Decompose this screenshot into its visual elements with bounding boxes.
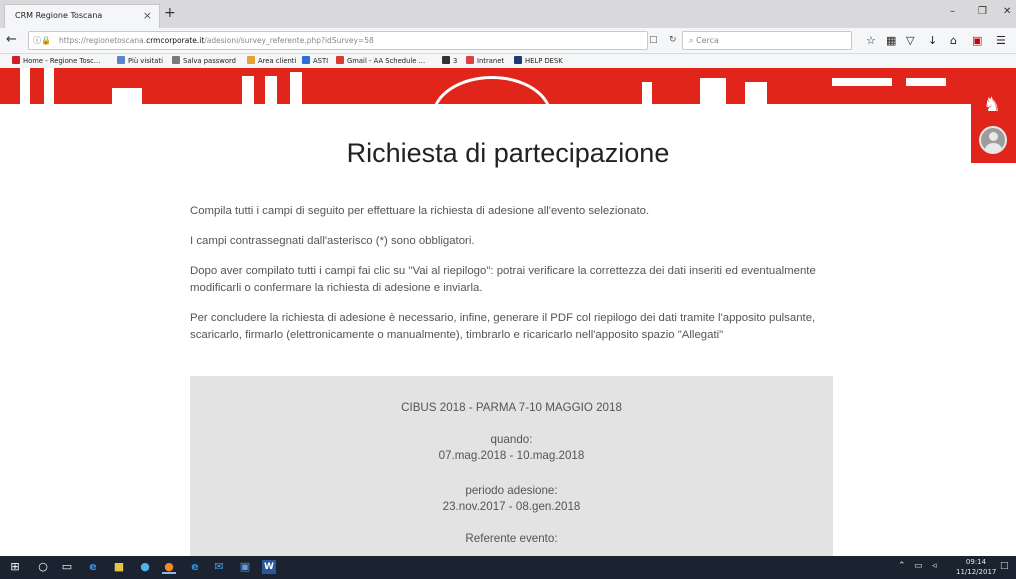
pegasus-logo-icon: ♞ [983,92,1001,116]
pin-icon [247,56,255,64]
new-tab-button[interactable]: + [164,5,176,21]
task-view-icon[interactable]: ▭ [60,560,74,574]
word-icon[interactable]: W [262,560,276,574]
banner-shape [44,68,54,104]
star-icon[interactable]: ☆ [866,34,876,47]
firefox-icon[interactable]: ● [162,560,176,574]
folder-icon [117,56,125,64]
bookmark-3[interactable]: 3 [442,56,457,65]
close-tab-icon[interactable]: × [143,9,152,22]
pdf-icon[interactable]: ▣ [972,34,982,47]
banner-shape [642,82,652,104]
bookmarks-bar: Home - Regione Tosc... Più visitati Salv… [0,54,1016,68]
menu-icon[interactable]: ☰ [996,34,1006,47]
notifications-icon[interactable]: □ [1000,561,1009,571]
clock-time: 09:14 [965,558,987,566]
photos-icon[interactable]: ▣ [238,560,252,574]
reader-icon[interactable]: □ [649,35,658,45]
bookmark-gmail[interactable]: Gmail - AA Schedule ... [336,56,425,65]
browser-tab[interactable]: CRM Regione Toscana × [4,4,160,28]
chrome-icon[interactable]: ● [138,560,152,574]
bookmark-most-visited[interactable]: Più visitati [117,56,163,65]
regione-logo-icon [12,56,20,64]
bookmark-client-area[interactable]: Area clienti [247,56,296,65]
bookmark-save-password[interactable]: Salva password [172,56,236,65]
windows-taskbar: ⊞ ○ ▭ e ■ ● ● e ✉ ▣ W ⌃ ▭ ◃ 09:14 11/12/… [0,556,1016,579]
clock[interactable]: 09:14 11/12/2017 [956,557,996,577]
home-icon[interactable]: ⌂ [950,34,957,47]
screen: CRM Regione Toscana × + – ❐ ✕ ← ⓘ🔒 https… [0,0,1016,579]
header-banner [0,68,1016,104]
ie-icon[interactable]: e [188,560,202,574]
event-card: CIBUS 2018 - PARMA 7-10 MAGGIO 2018 quan… [190,376,833,556]
banner-shape [832,78,892,86]
gmail-icon [336,56,344,64]
event-period-value: 23.nov.2017 - 08.gen.2018 [442,500,581,513]
banner-globe [432,76,552,104]
banner-shape [290,72,302,104]
tray-chevron-icon[interactable]: ⌃ [898,561,906,571]
address-bar[interactable]: ⓘ🔒 https://regionetoscana.crmcorporate.i… [28,31,677,50]
restore-icon[interactable]: ❐ [978,6,987,17]
close-window-icon[interactable]: ✕ [1003,6,1011,17]
file-explorer-icon[interactable]: ■ [112,560,126,574]
bookmark-home[interactable]: Home - Regione Tosc... [12,56,100,65]
clock-date: 11/12/2017 [956,568,997,576]
info-icon[interactable]: ⓘ🔒 [33,35,51,46]
banner-shape [20,68,30,104]
search-input[interactable]: ⌕ Cerca [682,31,852,50]
url-text: https://regionetoscana.crmcorporate.it/a… [59,36,374,45]
pocket-icon[interactable]: ▽ [906,34,914,47]
banner-shape [242,76,254,104]
event-when-label: quando: [490,433,533,446]
search-icon[interactable]: ○ [36,560,50,574]
page-title: Richiesta di partecipazione [346,138,670,168]
event-when-value: 07.mag.2018 - 10.mag.2018 [438,449,585,462]
summary-instructions: Dopo aver compilato tutti i campi fai cl… [190,265,816,294]
intro-paragraph: Compila tutti i campi di seguito per eff… [190,205,650,217]
banner-shape [745,82,767,104]
help-desk-icon [514,56,522,64]
edge-icon[interactable]: e [86,560,100,574]
banner-shape [906,78,946,86]
banner-shape [112,88,142,104]
banner-shape [265,76,277,104]
tab-title: CRM Regione Toscana [15,11,103,20]
windows-start-icon[interactable]: ⊞ [8,560,22,574]
reload-icon[interactable]: ↻ [669,35,677,45]
library-icon[interactable]: ▦ [886,34,896,47]
minimize-icon[interactable]: – [950,6,955,17]
tab-strip: CRM Regione Toscana × + – ❐ ✕ [0,0,1016,28]
banner-shape [700,78,726,104]
back-icon[interactable]: ← [6,32,17,47]
volume-icon[interactable]: ◃ [932,561,937,571]
rt-icon [466,56,474,64]
nav-bar: ← ⓘ🔒 https://regionetoscana.crmcorporate… [0,28,1016,54]
pdf-instructions: Per concludere la richiesta di adesione … [190,312,816,341]
bookmark-intranet[interactable]: Intranet [466,56,504,65]
bookmark-asti[interactable]: ASTI [302,56,328,65]
bookmark-help-desk[interactable]: HELP DESK [514,56,563,65]
bookmark-3-icon [442,56,450,64]
event-referent-label: Referente evento: [465,532,558,545]
asti-icon [302,56,310,64]
network-icon[interactable]: ▭ [914,561,923,571]
required-fields-note: I campi contrassegnati dall'asterisco (*… [190,235,475,247]
event-period-label: periodo adesione: [465,484,558,497]
gear-icon [172,56,180,64]
download-icon[interactable]: ↓ [928,34,937,47]
outlook-icon[interactable]: ✉ [212,560,226,574]
event-name: CIBUS 2018 - PARMA 7-10 MAGGIO 2018 [401,401,622,414]
search-placeholder: ⌕ Cerca [689,36,719,45]
